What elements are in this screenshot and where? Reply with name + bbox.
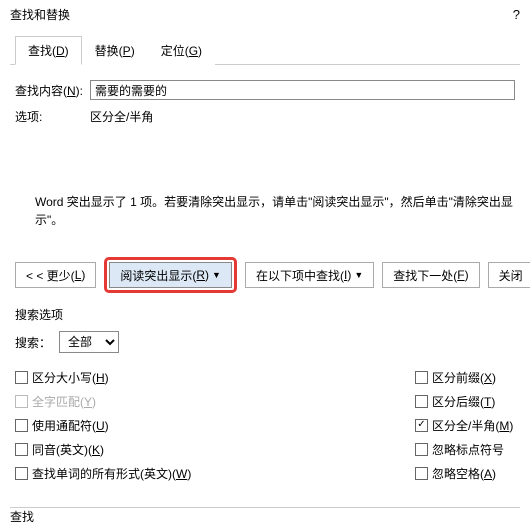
find-next-button[interactable]: 查找下一处(F) — [382, 262, 479, 288]
checkbox-icon — [15, 467, 28, 480]
title-bar: 查找和替换 ? — [0, 0, 530, 27]
search-direction-label: 搜索： — [15, 334, 51, 351]
checkbox-icon — [415, 419, 428, 432]
find-content-label: 查找内容(N): — [15, 82, 90, 99]
less-button[interactable]: < < 更少(L) — [15, 262, 96, 288]
reading-highlight-button[interactable]: 阅读突出显示(R)▼ — [109, 262, 232, 288]
status-message: Word 突出显示了 1 项。若要清除突出显示，请单击"阅读突出显示"，然后单击… — [10, 143, 520, 249]
bottom-section-label: 查找 — [10, 507, 520, 525]
find-in-button[interactable]: 在以下项中查找(I)▼ — [245, 262, 374, 288]
checkbox-ignore-punct[interactable]: 忽略标点符号 — [415, 437, 515, 461]
dropdown-icon: ▼ — [354, 270, 363, 280]
checkbox-match-prefix[interactable]: 区分前缀(X) — [415, 365, 515, 389]
checkbox-homophone[interactable]: 同音(英文)(K) — [15, 437, 415, 461]
search-options-heading: 搜索选项 — [10, 301, 520, 331]
highlight-annotation: 阅读突出显示(R)▼ — [104, 257, 237, 293]
options-value: 区分全/半角 — [90, 108, 153, 125]
options-label: 选项: — [15, 108, 90, 125]
checkbox-ignore-space[interactable]: 忽略空格(A) — [415, 461, 515, 485]
find-content-input[interactable] — [90, 80, 515, 100]
help-icon[interactable]: ? — [513, 7, 520, 22]
checkbox-match-case[interactable]: 区分大小写(H) — [15, 365, 415, 389]
button-row: < < 更少(L) 阅读突出显示(R)▼ 在以下项中查找(I)▼ 查找下一处(F… — [10, 249, 520, 301]
checkbox-all-forms[interactable]: 查找单词的所有形式(英文)(W) — [15, 461, 415, 485]
dialog-title: 查找和替换 — [10, 6, 70, 23]
dropdown-icon: ▼ — [212, 270, 221, 280]
tab-replace[interactable]: 替换(P) — [82, 36, 148, 65]
checkbox-whole-word: 全字匹配(Y) — [15, 389, 415, 413]
checkbox-icon — [415, 371, 428, 384]
tab-find[interactable]: 查找(D) — [15, 36, 82, 65]
checkbox-icon — [15, 395, 28, 408]
checkbox-half-full-width[interactable]: 区分全/半角(M) — [415, 413, 515, 437]
close-button[interactable]: 关闭 — [488, 262, 530, 288]
checkbox-wildcards[interactable]: 使用通配符(U) — [15, 413, 415, 437]
checkbox-icon — [15, 419, 28, 432]
checkbox-icon — [415, 467, 428, 480]
checkbox-icon — [415, 395, 428, 408]
search-direction-select[interactable]: 全部 — [59, 331, 119, 353]
checkbox-match-suffix[interactable]: 区分后缀(T) — [415, 389, 515, 413]
tab-goto[interactable]: 定位(G) — [148, 36, 215, 65]
checkbox-icon — [415, 443, 428, 456]
checkbox-icon — [15, 371, 28, 384]
checkbox-icon — [15, 443, 28, 456]
tabs: 查找(D) 替换(P) 定位(G) — [10, 35, 520, 65]
